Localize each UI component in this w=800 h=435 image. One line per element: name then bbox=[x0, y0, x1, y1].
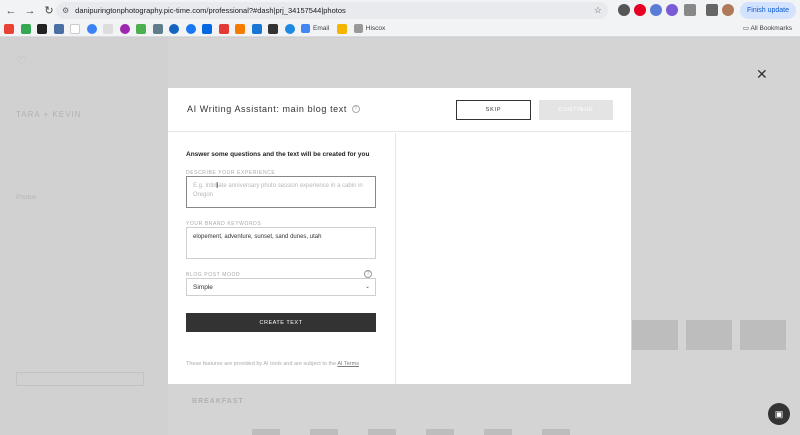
bookmark-icon[interactable] bbox=[152, 23, 163, 34]
intro-text: Answer some questions and the text will … bbox=[186, 151, 370, 158]
bookmark-icon[interactable] bbox=[103, 23, 113, 34]
keywords-input[interactable]: elopement, adventure, sunset, sand dunes… bbox=[186, 227, 376, 259]
bookmark-hiscox[interactable]: Hiscox bbox=[353, 24, 385, 33]
mood-value: Simple bbox=[193, 283, 213, 291]
ai-terms-link[interactable]: AI Terms bbox=[337, 361, 359, 367]
photo-thumbnail bbox=[686, 320, 732, 350]
bookmark-icon[interactable] bbox=[37, 23, 47, 34]
experience-input[interactable]: E.g. Intimate anniversary photo session … bbox=[186, 176, 376, 208]
mood-select[interactable]: Simple ⌄ bbox=[186, 278, 376, 296]
url-text: danipuringtonphotography.pic-time.com/pr… bbox=[75, 6, 346, 15]
address-bar[interactable]: ⚙ danipuringtonphotography.pic-time.com/… bbox=[56, 2, 608, 19]
bookmark-email[interactable]: Email bbox=[301, 24, 329, 33]
footer-note: These features are provided by AI tools … bbox=[186, 361, 359, 367]
chevron-down-icon: ⌄ bbox=[364, 284, 370, 290]
photo-thumbnail bbox=[632, 320, 678, 350]
puzzle-icon[interactable] bbox=[684, 4, 696, 16]
sidebar-item-photos: Photos bbox=[16, 194, 37, 201]
bookmark-icon bbox=[353, 24, 363, 33]
background-thumbnails bbox=[632, 320, 786, 350]
ai-writing-modal: AI Writing Assistant: main blog text ? S… bbox=[168, 88, 631, 384]
forward-icon[interactable]: → bbox=[22, 3, 38, 19]
bookmark-icon[interactable] bbox=[268, 23, 278, 34]
bookmark-icon[interactable] bbox=[119, 23, 130, 34]
site-info-icon[interactable]: ⚙ bbox=[62, 6, 69, 15]
bookmark-icon[interactable] bbox=[235, 23, 245, 34]
project-title: TARA + KEVIN bbox=[16, 110, 82, 119]
folder-icon: ▭ bbox=[742, 25, 749, 32]
help-icon[interactable]: ? bbox=[352, 105, 360, 113]
extension-icon[interactable] bbox=[650, 4, 662, 16]
facebook-icon[interactable] bbox=[185, 23, 196, 34]
bookmark-icon[interactable] bbox=[251, 23, 262, 34]
bookmark-icon[interactable] bbox=[86, 23, 97, 34]
gmail-icon[interactable] bbox=[4, 23, 14, 34]
photo-thumbnail bbox=[740, 320, 786, 350]
reload-icon[interactable]: ↻ bbox=[41, 3, 57, 19]
avatar[interactable] bbox=[722, 4, 734, 16]
modal-title: AI Writing Assistant: main blog text ? bbox=[187, 104, 360, 114]
sidepanel-icon[interactable] bbox=[706, 4, 718, 16]
back-icon[interactable]: ← bbox=[3, 3, 19, 19]
finish-update-button[interactable]: Finish update bbox=[740, 2, 796, 19]
background-strip bbox=[252, 429, 570, 435]
extension-icon[interactable] bbox=[618, 4, 630, 16]
close-icon[interactable]: ✕ bbox=[756, 66, 768, 83]
drive-icon[interactable] bbox=[20, 23, 31, 34]
help-icon[interactable]: ? bbox=[364, 270, 372, 278]
document-icon bbox=[301, 24, 310, 33]
text-cursor-icon: I bbox=[216, 181, 219, 190]
meta-icon[interactable] bbox=[202, 23, 212, 34]
bookmarks-bar: Email Hiscox ▭ All Bookmarks bbox=[0, 21, 800, 37]
bookmark-icon[interactable] bbox=[169, 23, 179, 34]
extension-icon[interactable] bbox=[666, 4, 678, 16]
logo-icon: ♡ bbox=[16, 54, 27, 68]
modal-header: AI Writing Assistant: main blog text ? S… bbox=[168, 88, 631, 132]
bookmark-icon[interactable] bbox=[218, 23, 229, 34]
bookmark-star-icon[interactable]: ☆ bbox=[594, 5, 602, 16]
continue-button[interactable]: CONTINUE bbox=[539, 100, 613, 120]
create-text-button[interactable]: CREATE TEXT bbox=[186, 313, 376, 332]
chart-icon[interactable] bbox=[337, 23, 348, 34]
bookmark-icon[interactable] bbox=[53, 23, 64, 34]
browser-toolbar: ← → ↻ ⚙ danipuringtonphotography.pic-tim… bbox=[0, 0, 800, 21]
chat-icon[interactable]: ▣ bbox=[768, 403, 790, 425]
skip-button[interactable]: SKIP bbox=[456, 100, 531, 120]
bookmark-icon[interactable] bbox=[284, 23, 295, 34]
background-button bbox=[16, 372, 144, 386]
facebook-icon[interactable] bbox=[70, 23, 80, 34]
section-title: BREAKFAST bbox=[192, 398, 244, 405]
all-bookmarks[interactable]: ▭ All Bookmarks bbox=[743, 24, 792, 32]
pinterest-extension-icon[interactable] bbox=[634, 4, 646, 16]
background-sidebar: ♡ TARA + KEVIN Photos bbox=[0, 38, 168, 435]
panel-divider bbox=[395, 133, 396, 384]
bookmark-icon[interactable] bbox=[136, 23, 146, 34]
